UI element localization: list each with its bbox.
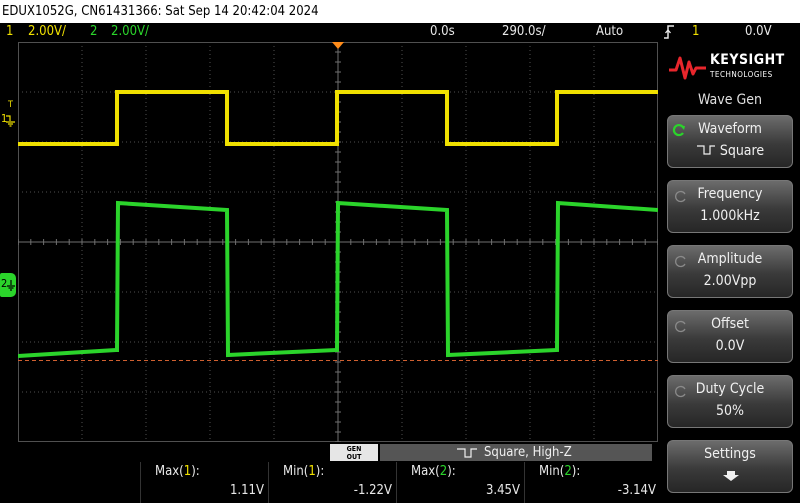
brand-name: KEYSIGHT [710, 52, 785, 68]
gen-out-badge[interactable]: GEN OUT [330, 444, 378, 461]
softkey-label: Frequency [697, 186, 763, 202]
timebase-readout[interactable]: 290.0s/ [502, 23, 546, 41]
softkey-label: Offset [711, 316, 749, 332]
softkey-value: 50% [716, 403, 744, 419]
waveform-value: Square [719, 143, 765, 159]
keysight-logo: KEYSIGHT TECHNOLOGIES [666, 48, 796, 84]
softkey-value: 1.000kHz [700, 208, 760, 224]
gen-info-text: Square, High-Z [484, 445, 572, 460]
gen-badge-bottom: OUT [346, 453, 362, 461]
ch2-ground-marker[interactable]: 2 [0, 273, 16, 297]
softkey-panel: KEYSIGHT TECHNOLOGIES Wave Gen Waveform … [660, 42, 800, 503]
softkey-amplitude[interactable]: Amplitude 2.00Vpp [667, 245, 793, 298]
measurement-value: -3.14V [617, 483, 656, 498]
trigger-mode[interactable]: Auto [596, 23, 623, 41]
measurement-value: 3.45V [485, 483, 520, 498]
square-wave-icon [696, 145, 715, 155]
wavegen-status-bar: GEN OUT Square, High-Z [0, 442, 660, 462]
channel-marker-strip: T 1 2 [0, 42, 18, 442]
waveform-display[interactable] [18, 42, 658, 442]
trigger-level-marker[interactable]: T [8, 100, 13, 110]
softkey-value: 2.00Vpp [703, 273, 757, 289]
ch1-ground-marker[interactable]: 1 [0, 112, 16, 128]
measurement-label: Min(2): [539, 464, 581, 479]
softkey-waveform[interactable]: Waveform Square [667, 115, 793, 168]
softkey-offset[interactable]: Offset 0.0V [667, 310, 793, 363]
brand-subtitle: TECHNOLOGIES [710, 70, 773, 79]
gen-info: Square, High-Z [380, 444, 652, 461]
measurement-label: Max(2): [411, 464, 456, 479]
ch2-trace [18, 200, 658, 358]
softkey-settings[interactable]: Settings [667, 440, 793, 493]
menu-title: Wave Gen [698, 92, 762, 108]
trigger-level[interactable]: 0.0V [745, 23, 772, 41]
softkey-value: 0.0V [715, 338, 745, 354]
ch2-number[interactable]: 2 [90, 23, 97, 41]
measurement-max-ch2[interactable]: Max(2): 3.45V [396, 462, 524, 503]
measurement-min-ch1[interactable]: Min(1): -1.22V [268, 462, 396, 503]
trigger-position-marker[interactable] [332, 42, 344, 49]
measurement-value: 1.11V [229, 483, 264, 498]
measurement-min-ch2[interactable]: Min(2): -3.14V [524, 462, 660, 503]
gen-badge-top: GEN [346, 445, 362, 453]
softkey-value: Square [668, 143, 792, 159]
softkey-frequency[interactable]: Frequency 1.000kHz [667, 180, 793, 233]
softkey-duty-cycle[interactable]: Duty Cycle 50% [667, 375, 793, 428]
softkey-label: Amplitude [697, 251, 763, 267]
ch1-trace [18, 90, 658, 146]
scope-status-bar: 1 2.00V/ 2 2.00V/ 0.0s 290.0s/ Auto 1 0.… [0, 23, 800, 41]
ground-icon [7, 280, 15, 291]
ch2-waveform [18, 200, 658, 358]
window-title-bar: EDUX1052G, CN61431366: Sat Sep 14 20:42:… [0, 0, 800, 23]
measurement-label: Max(1): [155, 464, 200, 479]
softkey-label: Waveform [698, 121, 762, 137]
window-title: EDUX1052G, CN61431366: Sat Sep 14 20:42:… [2, 4, 319, 19]
measurement-bar: Max(1): 1.11V Min(1): -1.22V Max(2): 3.4… [0, 462, 660, 503]
delay-readout[interactable]: 0.0s [430, 23, 455, 41]
softkey-label: Settings [704, 446, 756, 462]
trigger-channel[interactable]: 1 [692, 23, 699, 41]
ch1-scale[interactable]: 2.00V/ [28, 23, 66, 41]
measurement-max-ch1[interactable]: Max(1): 1.11V [140, 462, 268, 503]
ch1-waveform [18, 90, 658, 146]
square-wave-icon [457, 448, 477, 458]
ground-icon [6, 115, 15, 127]
ch1-number[interactable]: 1 [6, 23, 13, 41]
measurement-value: -1.22V [353, 483, 392, 498]
softkey-label: Duty Cycle [695, 381, 765, 397]
down-arrow-icon [723, 471, 739, 481]
keysight-wave-icon [669, 56, 706, 80]
measurement-label: Min(1): [283, 464, 325, 479]
ch2-scale[interactable]: 2.00V/ [111, 23, 149, 41]
